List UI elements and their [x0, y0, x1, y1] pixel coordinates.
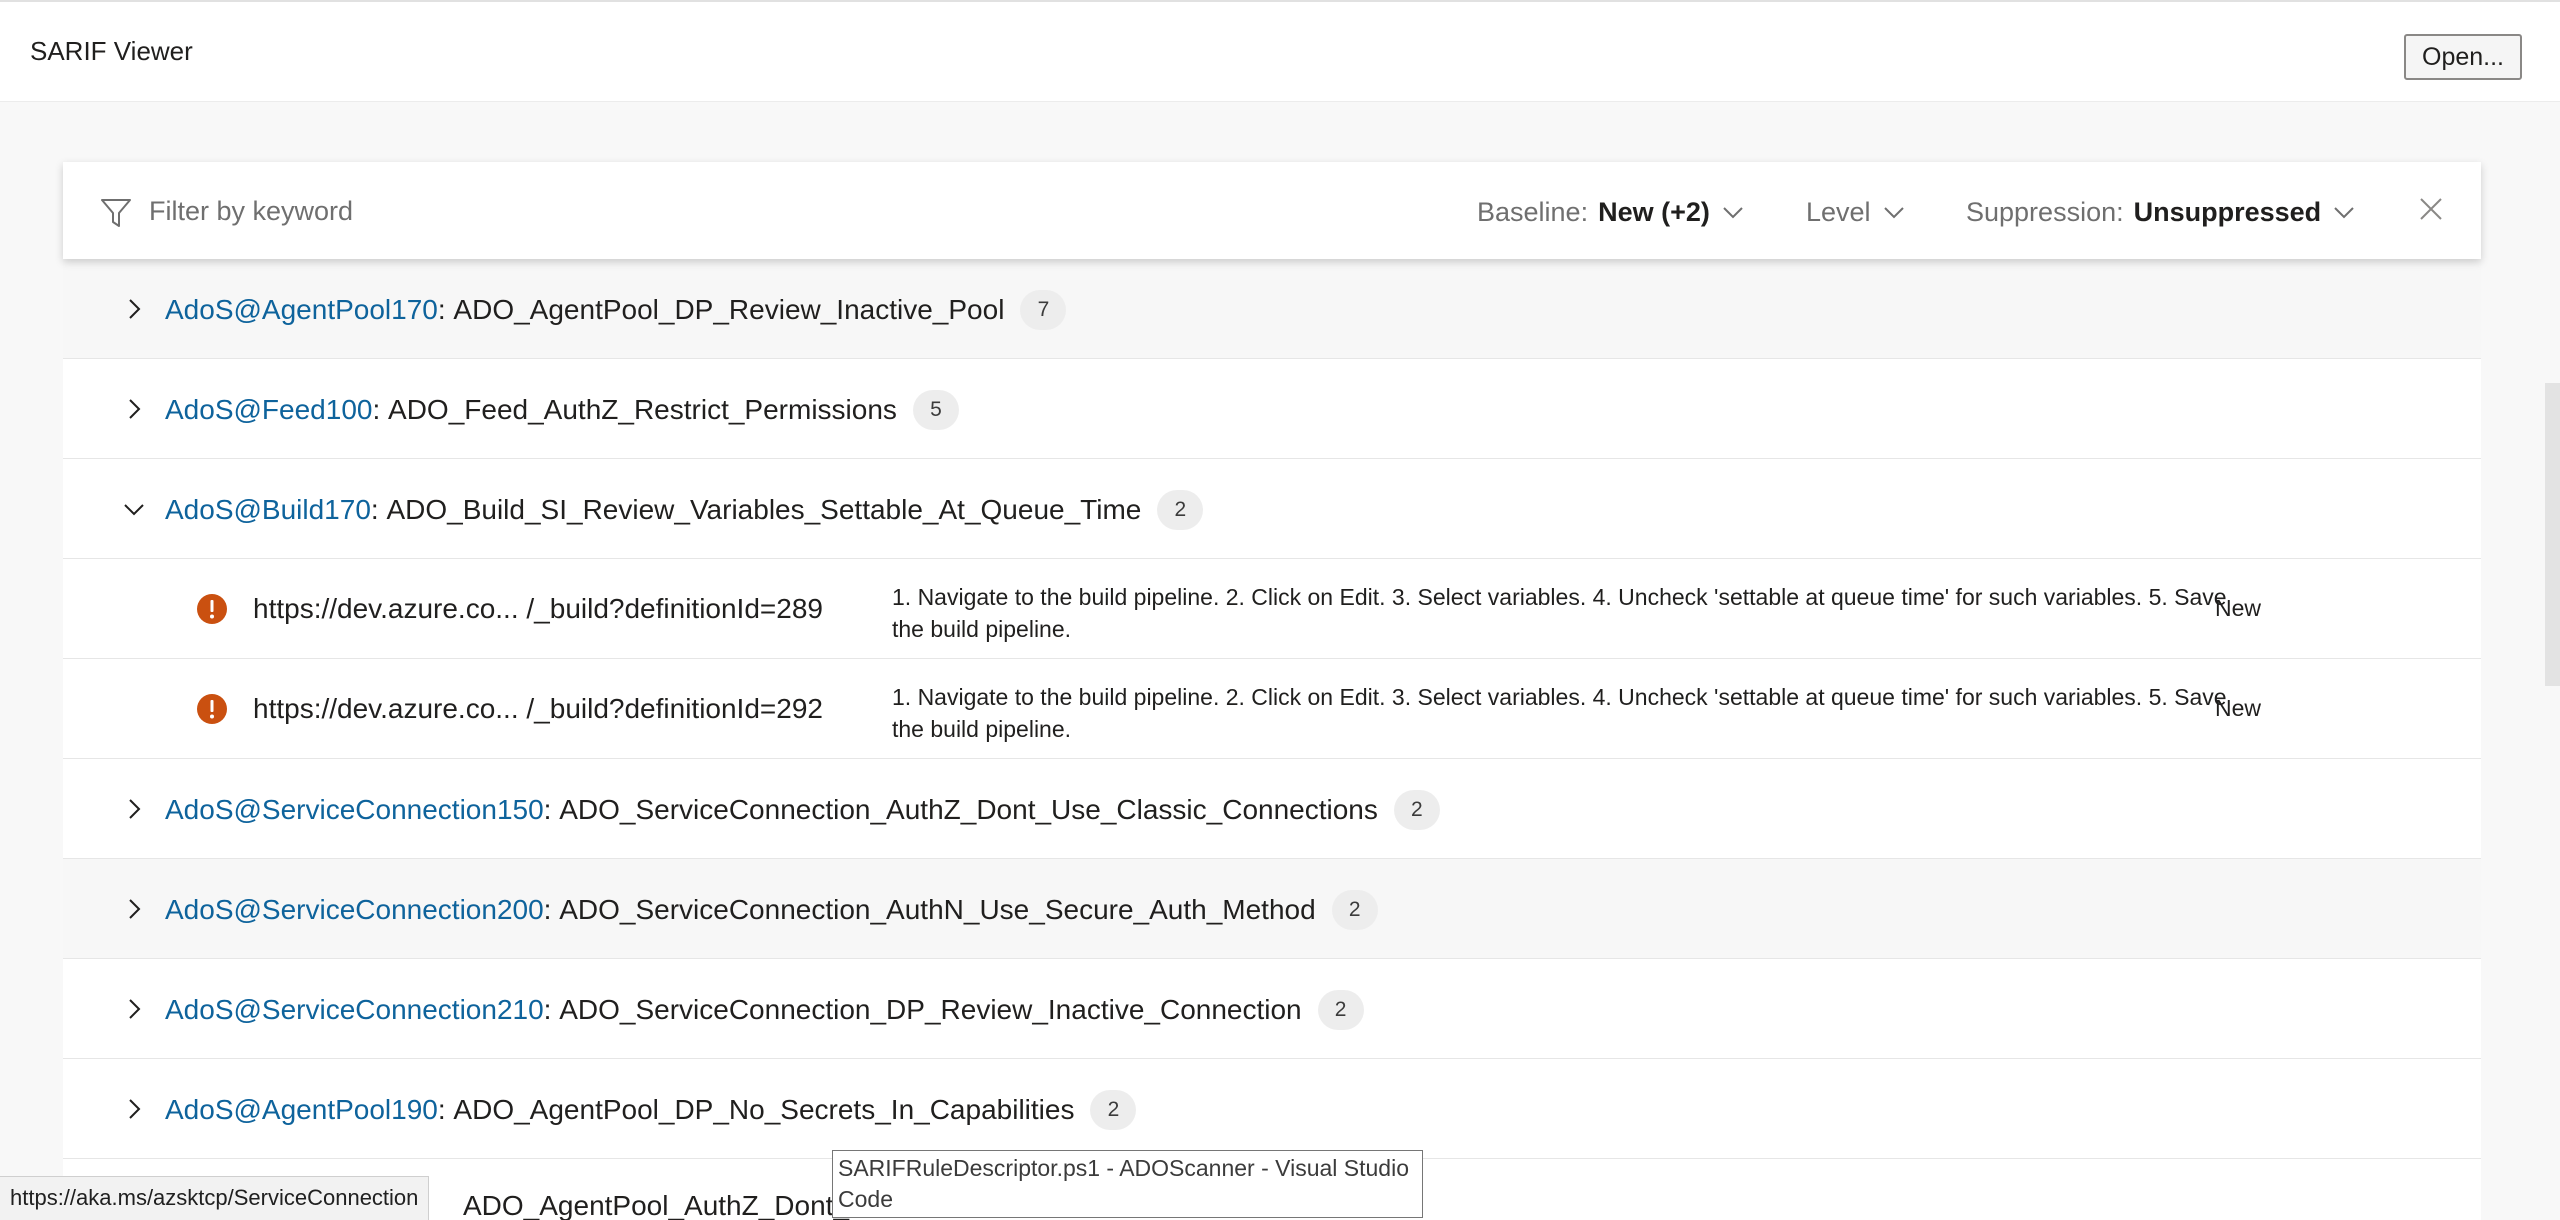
title-bar: SARIF Viewer Open... [0, 0, 2560, 102]
rule-row[interactable]: AdoS@ServiceConnection210: ADO_ServiceCo… [63, 959, 2481, 1059]
result-count-badge: 5 [912, 390, 959, 430]
result-count-badge: 7 [1020, 290, 1067, 330]
suppression-value: Unsuppressed [2133, 196, 2322, 227]
rule-id-link[interactable]: AdoS@ServiceConnection210 [165, 994, 544, 1026]
chevron-right-icon[interactable] [121, 796, 147, 822]
result-row[interactable]: https://dev.azure.co... /_build?definiti… [63, 559, 2481, 659]
rule-id-link[interactable]: AdoS@Feed100 [165, 394, 372, 426]
chevron-right-icon[interactable] [121, 996, 147, 1022]
suppression-label: Suppression: [1966, 196, 2124, 227]
result-count-badge: 2 [1317, 990, 1364, 1030]
open-button[interactable]: Open... [2404, 34, 2522, 80]
result-count-badge: 2 [1090, 1090, 1137, 1130]
baseline-label: Baseline: [1477, 196, 1589, 227]
result-count-badge: 2 [1393, 790, 1440, 830]
result-row[interactable]: https://dev.azure.co... /_build?definiti… [63, 659, 2481, 759]
rule-row[interactable]: AdoS@ServiceConnection150: ADO_ServiceCo… [63, 759, 2481, 859]
chevron-right-icon[interactable] [121, 296, 147, 322]
chevron-down-icon [2334, 207, 2354, 219]
rule-name: ADO_ServiceConnection_AuthZ_Dont_Use_Cla… [559, 794, 1378, 825]
rule-row[interactable]: AdoS@Feed100: ADO_Feed_AuthZ_Restrict_Pe… [63, 359, 2481, 459]
result-message: 1. Navigate to the build pipeline. 2. Cl… [892, 584, 2227, 642]
rule-name: ADO_AgentPool_DP_Review_Inactive_Pool [453, 294, 1005, 325]
status-bar-url: https://aka.ms/azsktcp/ServiceConnection [0, 1176, 430, 1220]
baseline-value: New (+2) [1598, 196, 1710, 227]
filter-input[interactable] [149, 188, 849, 234]
window-tooltip: SARIFRuleDescriptor.ps1 - ADOScanner - V… [832, 1150, 1423, 1218]
chevron-right-icon[interactable] [121, 396, 147, 422]
rule-row-expanded[interactable]: AdoS@Build170: ADO_Build_SI_Review_Varia… [63, 459, 2481, 559]
filter-bar: Baseline: New (+2) Level Suppression: Un… [63, 162, 2481, 259]
rule-separator: : [543, 994, 552, 1025]
rule-name: ADO_AgentPool_DP_No_Secrets_In_Capabilit… [453, 1094, 1075, 1125]
result-count-badge: 2 [1331, 890, 1378, 930]
level-dropdown[interactable]: Level [1806, 192, 1907, 232]
rule-separator: : [543, 894, 552, 925]
baseline-dropdown[interactable]: Baseline: New (+2) [1477, 192, 1746, 232]
result-location-link[interactable]: https://dev.azure.co... /_build?definiti… [253, 693, 823, 725]
rule-id-link[interactable]: AdoS@AgentPool190 [165, 1094, 438, 1126]
rule-id-link[interactable]: AdoS@AgentPool170 [165, 294, 438, 326]
chevron-down-icon [1883, 207, 1904, 219]
rule-row[interactable]: AdoS@AgentPool170: ADO_AgentPool_DP_Revi… [63, 259, 2481, 359]
filter-icon [101, 199, 131, 227]
rule-separator: : [437, 1094, 446, 1125]
app-title: SARIF Viewer [30, 36, 193, 66]
suppression-dropdown[interactable]: Suppression: Unsuppressed [1966, 192, 2357, 232]
result-baseline-state: New [2215, 695, 2262, 721]
rule-row[interactable]: AdoS@ServiceConnection200: ADO_ServiceCo… [63, 859, 2481, 959]
rule-name: ADO_ServiceConnection_AuthN_Use_Secure_A… [559, 894, 1316, 925]
error-icon [197, 694, 227, 724]
level-label: Level [1806, 196, 1871, 227]
rule-name: ADO_Feed_AuthZ_Restrict_Permissions [388, 394, 897, 425]
rule-id-link[interactable]: AdoS@Build170 [165, 494, 371, 526]
rule-name: ADO_Build_SI_Review_Variables_Settable_A… [386, 494, 1142, 525]
rule-name: ADO_AgentPool_AuthZ_Dont_G [463, 1190, 871, 1220]
result-location-link[interactable]: https://dev.azure.co... /_build?definiti… [253, 593, 823, 625]
result-count-badge: 2 [1157, 490, 1204, 530]
rule-separator: : [543, 794, 552, 825]
rule-row[interactable]: AdoS@AgentPool190: ADO_AgentPool_DP_No_S… [63, 1059, 2481, 1159]
chevron-right-icon[interactable] [121, 896, 147, 922]
result-message: 1. Navigate to the build pipeline. 2. Cl… [892, 684, 2227, 742]
result-baseline-state: New [2215, 595, 2262, 621]
close-icon[interactable] [2414, 192, 2448, 226]
scrollbar-thumb[interactable] [2545, 383, 2560, 686]
chevron-right-icon[interactable] [121, 1096, 147, 1122]
rule-separator: : [437, 294, 446, 325]
rule-id-link[interactable]: AdoS@ServiceConnection200 [165, 894, 544, 926]
rule-name: ADO_ServiceConnection_DP_Review_Inactive… [559, 994, 1302, 1025]
error-icon [197, 594, 227, 624]
rule-separator: : [372, 394, 381, 425]
chevron-down-icon[interactable] [121, 496, 147, 522]
rule-separator: : [370, 494, 379, 525]
chevron-down-icon [1723, 207, 1743, 219]
rule-list: AdoS@AgentPool170: ADO_AgentPool_DP_Revi… [63, 259, 2481, 1220]
rule-id-link[interactable]: AdoS@ServiceConnection150 [165, 794, 544, 826]
